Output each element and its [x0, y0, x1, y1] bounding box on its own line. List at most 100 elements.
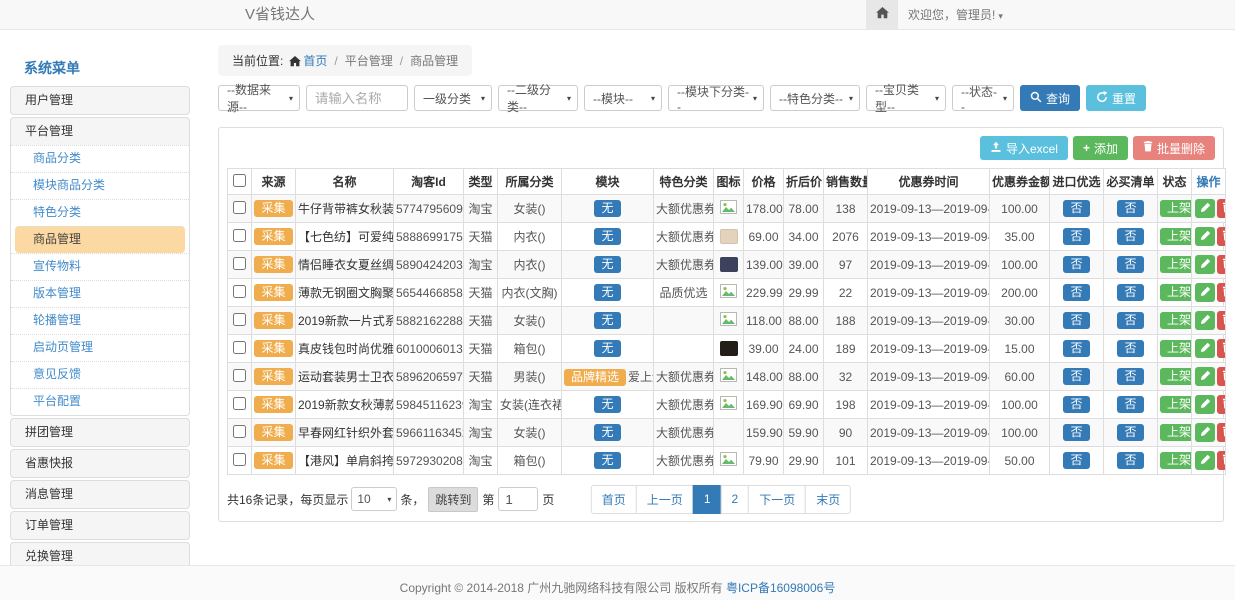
filter-select[interactable]: --模块下分类--▾ [668, 85, 764, 111]
delete-button[interactable] [1217, 227, 1226, 246]
status-badge[interactable]: 上架 [1160, 228, 1192, 245]
status-badge[interactable]: 上架 [1160, 284, 1192, 301]
row-checkbox[interactable] [233, 313, 246, 326]
row-checkbox[interactable] [233, 285, 246, 298]
sidebar-group-header[interactable]: 平台管理 [11, 118, 189, 145]
delete-button[interactable] [1217, 367, 1226, 386]
must-buy-badge[interactable]: 否 [1117, 312, 1143, 329]
sidebar-group-header[interactable]: 省惠快报 [11, 450, 189, 477]
row-checkbox[interactable] [233, 425, 246, 438]
row-checkbox[interactable] [233, 229, 246, 242]
filter-select[interactable]: --特色分类--▾ [770, 85, 860, 111]
page-button-首页[interactable]: 首页 [591, 485, 637, 514]
sidebar-group-header[interactable]: 订单管理 [11, 512, 189, 539]
sidebar-group-header[interactable]: 兑换管理 [11, 543, 189, 565]
page-button-下一页[interactable]: 下一页 [748, 485, 806, 514]
per-page-select[interactable]: 10▾ [351, 487, 397, 511]
import-badge[interactable]: 否 [1063, 284, 1089, 301]
row-checkbox[interactable] [233, 397, 246, 410]
sidebar-group-header[interactable]: 用户管理 [11, 87, 189, 114]
edit-button[interactable] [1195, 395, 1215, 414]
delete-button[interactable] [1217, 255, 1226, 274]
sidebar-item[interactable]: 平台配置 [11, 388, 189, 415]
status-badge[interactable]: 上架 [1160, 340, 1192, 357]
must-buy-badge[interactable]: 否 [1117, 284, 1143, 301]
must-buy-badge[interactable]: 否 [1117, 228, 1143, 245]
filter-select[interactable]: --二级分类--▾ [498, 85, 578, 111]
page-button-2[interactable]: 2 [721, 485, 750, 514]
status-badge[interactable]: 上架 [1160, 200, 1192, 217]
icp-link[interactable]: 粤ICP备16098006号 [726, 581, 835, 595]
status-badge[interactable]: 上架 [1160, 424, 1192, 441]
edit-button[interactable] [1195, 311, 1215, 330]
sidebar-item[interactable]: 特色分类 [11, 199, 189, 226]
filter-select[interactable]: --数据来源--▾ [218, 85, 300, 111]
sidebar-item[interactable]: 启动页管理 [11, 334, 189, 361]
must-buy-badge[interactable]: 否 [1117, 396, 1143, 413]
page-button-1[interactable]: 1 [693, 485, 722, 514]
must-buy-badge[interactable]: 否 [1117, 200, 1143, 217]
row-checkbox[interactable] [233, 369, 246, 382]
must-buy-badge[interactable]: 否 [1117, 340, 1143, 357]
filter-select[interactable]: --模块--▾ [584, 85, 662, 111]
sidebar-item[interactable]: 模块商品分类 [11, 172, 189, 199]
filter-select[interactable]: --状态--▾ [952, 85, 1014, 111]
sidebar-group-header[interactable]: 拼团管理 [11, 419, 189, 446]
delete-button[interactable] [1217, 395, 1226, 414]
status-badge[interactable]: 上架 [1160, 452, 1192, 469]
edit-button[interactable] [1195, 423, 1215, 442]
import-badge[interactable]: 否 [1063, 452, 1089, 469]
user-menu[interactable]: 欢迎您，管理员!▾ [908, 0, 1003, 31]
edit-button[interactable] [1195, 283, 1215, 302]
import-badge[interactable]: 否 [1063, 312, 1089, 329]
reset-button[interactable]: 重置 [1086, 85, 1146, 111]
edit-button[interactable] [1195, 367, 1215, 386]
delete-button[interactable] [1217, 311, 1226, 330]
name-search-input[interactable] [306, 85, 408, 111]
sidebar-item[interactable]: 轮播管理 [11, 307, 189, 334]
breadcrumb-home-link[interactable]: 首页 [303, 54, 327, 68]
delete-button[interactable] [1217, 283, 1226, 302]
import-badge[interactable]: 否 [1063, 228, 1089, 245]
import-badge[interactable]: 否 [1063, 396, 1089, 413]
import-badge[interactable]: 否 [1063, 200, 1089, 217]
delete-button[interactable] [1217, 451, 1226, 470]
row-checkbox[interactable] [233, 341, 246, 354]
sidebar-group-header[interactable]: 消息管理 [11, 481, 189, 508]
page-number-input[interactable] [498, 487, 538, 511]
edit-button[interactable] [1195, 255, 1215, 274]
batch-delete-button[interactable]: 批量删除 [1133, 136, 1215, 160]
delete-button[interactable] [1217, 199, 1226, 218]
row-checkbox[interactable] [233, 257, 246, 270]
status-badge[interactable]: 上架 [1160, 368, 1192, 385]
search-button[interactable]: 查询 [1020, 85, 1080, 111]
sidebar-item[interactable]: 版本管理 [11, 280, 189, 307]
page-button-末页[interactable]: 末页 [805, 485, 851, 514]
status-badge[interactable]: 上架 [1160, 396, 1192, 413]
must-buy-badge[interactable]: 否 [1117, 424, 1143, 441]
import-badge[interactable]: 否 [1063, 424, 1089, 441]
import-badge[interactable]: 否 [1063, 368, 1089, 385]
home-button[interactable] [866, 0, 898, 29]
import-badge[interactable]: 否 [1063, 340, 1089, 357]
import-excel-button[interactable]: 导入excel [980, 136, 1068, 160]
status-badge[interactable]: 上架 [1160, 256, 1192, 273]
row-checkbox[interactable] [233, 201, 246, 214]
add-button[interactable]: + 添加 [1073, 136, 1128, 160]
import-badge[interactable]: 否 [1063, 256, 1089, 273]
edit-button[interactable] [1195, 199, 1215, 218]
delete-button[interactable] [1217, 423, 1226, 442]
filter-select[interactable]: 一级分类▾ [414, 85, 492, 111]
row-checkbox[interactable] [233, 453, 246, 466]
edit-button[interactable] [1195, 451, 1215, 470]
sidebar-item[interactable]: 宣传物料 [11, 253, 189, 280]
edit-button[interactable] [1195, 339, 1215, 358]
filter-select[interactable]: --宝贝类型--▾ [866, 85, 946, 111]
select-all-checkbox[interactable] [233, 174, 246, 187]
sidebar-item[interactable]: 意见反馈 [11, 361, 189, 388]
sidebar-item[interactable]: 商品管理 [15, 226, 185, 253]
sidebar-item[interactable]: 商品分类 [11, 145, 189, 172]
must-buy-badge[interactable]: 否 [1117, 452, 1143, 469]
delete-button[interactable] [1217, 339, 1226, 358]
must-buy-badge[interactable]: 否 [1117, 256, 1143, 273]
